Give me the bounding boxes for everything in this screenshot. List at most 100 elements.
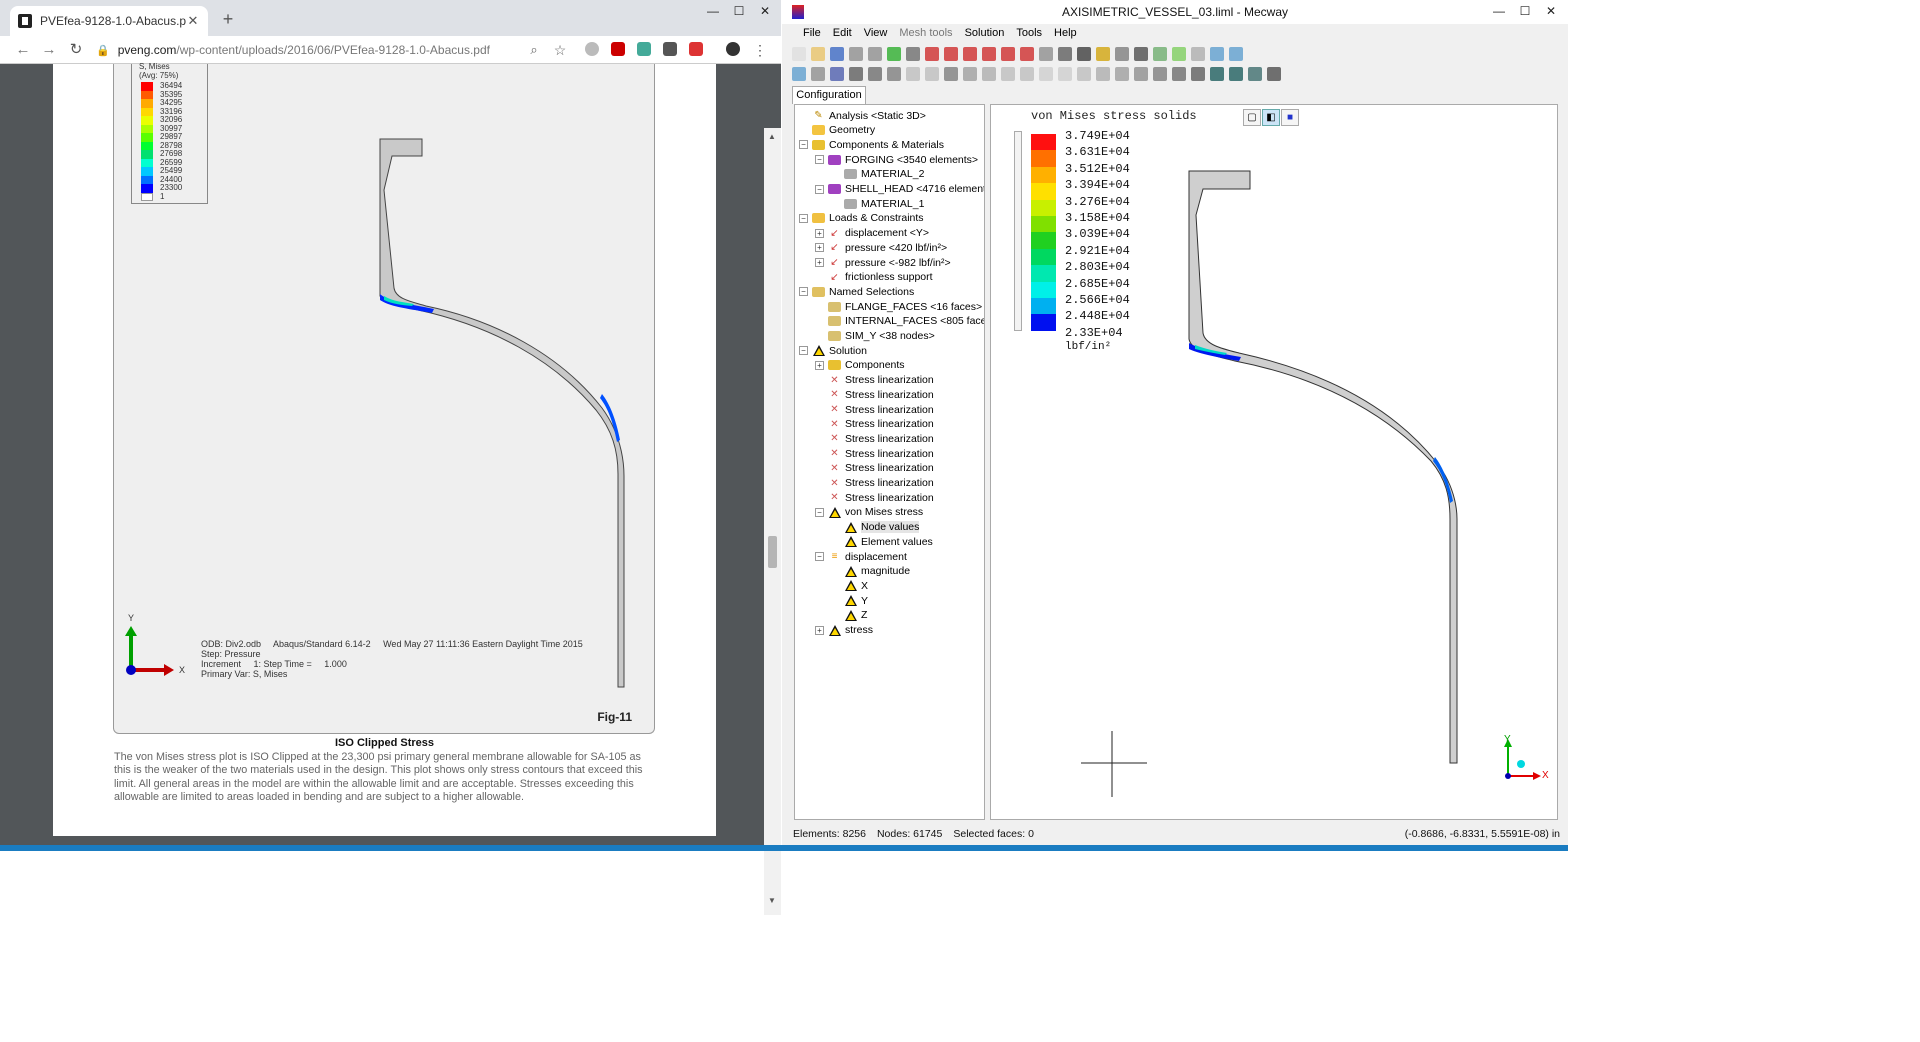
tree-item[interactable]: FLANGE_FACES <16 faces>: [815, 299, 982, 314]
toolbar-tool-icon[interactable]: [963, 67, 977, 81]
collapse-icon[interactable]: −: [815, 552, 824, 561]
expand-icon[interactable]: +: [815, 243, 824, 253]
toolbar-tool-icon[interactable]: [792, 67, 806, 81]
toolbar-tool-icon[interactable]: [982, 67, 996, 81]
toolbar-tool-icon[interactable]: [1115, 47, 1129, 61]
close-window-button[interactable]: ✕: [752, 0, 778, 22]
forward-arrow-icon[interactable]: →: [40, 41, 58, 59]
toolbar-tool-icon[interactable]: [944, 67, 958, 81]
tree-item[interactable]: ✎ Analysis <Static 3D>: [799, 108, 926, 123]
tree-item[interactable]: − von Mises stress: [815, 505, 923, 520]
toolbar-tool-icon[interactable]: [1039, 67, 1053, 81]
tree-item[interactable]: ✕ Stress linearization: [815, 461, 933, 476]
tree-item[interactable]: + stress: [815, 623, 873, 638]
tree-item[interactable]: Node values: [831, 520, 920, 535]
toolbar-tool-icon[interactable]: [925, 47, 939, 61]
browser-tab[interactable]: PVEfea-9128-1.0-Abacus.pdf ✕: [10, 6, 208, 36]
tree-item[interactable]: SIM_Y <38 nodes>: [815, 329, 935, 344]
toolbar-tool-icon[interactable]: [1229, 47, 1243, 61]
toolbar-tool-icon[interactable]: [1001, 47, 1015, 61]
toolbar-tool-icon[interactable]: [1020, 67, 1034, 81]
toolbar-tool-icon[interactable]: [811, 67, 825, 81]
toolbar-tool-icon[interactable]: [1191, 67, 1205, 81]
back-arrow-icon[interactable]: ←: [14, 41, 32, 59]
toolbar-tool-icon[interactable]: [1039, 47, 1053, 61]
maximize-button[interactable]: ☐: [726, 0, 752, 22]
ublock-icon[interactable]: [611, 42, 625, 56]
tab-configuration[interactable]: Configuration: [792, 86, 866, 104]
bookmark-star-icon[interactable]: ☆: [551, 41, 569, 59]
tree-item[interactable]: + ↙ pressure <-982 lbf/in²>: [815, 255, 951, 270]
toolbar-tool-icon[interactable]: [1115, 67, 1129, 81]
toolbar-tool-icon[interactable]: [1210, 67, 1224, 81]
toolbar-tool-icon[interactable]: [1248, 67, 1262, 81]
toolbar-tool-icon[interactable]: [1153, 47, 1167, 61]
tree-item[interactable]: ↙ frictionless support: [815, 270, 932, 285]
minimize-button[interactable]: —: [1486, 0, 1512, 22]
menu-file[interactable]: File: [797, 24, 827, 44]
tree-item[interactable]: Geometry: [799, 123, 875, 138]
toolbar-tool-icon[interactable]: [963, 47, 977, 61]
toolbar-tool-icon[interactable]: [1153, 67, 1167, 81]
tree-item[interactable]: X: [831, 578, 868, 593]
menu-view[interactable]: View: [858, 24, 894, 44]
expand-icon[interactable]: +: [815, 625, 824, 635]
menu-help[interactable]: Help: [1048, 24, 1083, 44]
tree-item[interactable]: ✕ Stress linearization: [815, 490, 933, 505]
collapse-icon[interactable]: −: [799, 140, 808, 150]
reload-icon[interactable]: ↻: [67, 41, 85, 59]
menu-kebab-icon[interactable]: ⋮: [751, 41, 769, 59]
tree-item[interactable]: Z: [831, 608, 867, 623]
tree-item[interactable]: MATERIAL_1: [831, 196, 924, 211]
toolbar-tool-icon[interactable]: [1210, 47, 1224, 61]
extension-download-icon[interactable]: [637, 42, 651, 56]
menu-edit[interactable]: Edit: [827, 24, 858, 44]
minimize-button[interactable]: —: [700, 0, 726, 22]
url-field[interactable]: 🔒 pveng.com/wp-content/uploads/2016/06/P…: [96, 39, 556, 61]
tree-item[interactable]: ✕ Stress linearization: [815, 373, 933, 388]
tree-item[interactable]: ✕ Stress linearization: [815, 476, 933, 491]
tree-item[interactable]: + ↙ pressure <420 lbf/in²>: [815, 240, 947, 255]
tree-item[interactable]: magnitude: [831, 564, 910, 579]
toolbar-tool-icon[interactable]: [830, 47, 844, 61]
toolbar-tool-icon[interactable]: [1096, 67, 1110, 81]
toolbar-tool-icon[interactable]: [1077, 47, 1091, 61]
collapse-icon[interactable]: −: [815, 184, 824, 194]
toolbar-tool-icon[interactable]: [1134, 47, 1148, 61]
menu-tools[interactable]: Tools: [1010, 24, 1048, 44]
maximize-button[interactable]: ☐: [1512, 0, 1538, 22]
tree-item[interactable]: − SHELL_HEAD <4716 elements>: [815, 182, 984, 197]
pdf-scrollbar[interactable]: ▲ ▼: [764, 128, 781, 915]
toolbar-tool-icon[interactable]: [944, 47, 958, 61]
collapse-icon[interactable]: −: [799, 346, 808, 356]
tree-item[interactable]: + ↙ displacement <Y>: [815, 226, 929, 241]
toolbar-tool-icon[interactable]: [1058, 67, 1072, 81]
toolbar-tool-icon[interactable]: [1020, 47, 1034, 61]
tree-item[interactable]: ✕ Stress linearization: [815, 431, 933, 446]
toolbar-tool-icon[interactable]: [1058, 47, 1072, 61]
toolbar-tool-icon[interactable]: [849, 67, 863, 81]
toolbar-tool-icon[interactable]: [868, 47, 882, 61]
toolbar-tool-icon[interactable]: [887, 67, 901, 81]
toolbar-tool-icon[interactable]: [1096, 47, 1110, 61]
gmail-icon[interactable]: [689, 42, 703, 56]
expand-icon[interactable]: +: [815, 258, 824, 267]
tree-item[interactable]: ✕ Stress linearization: [815, 417, 933, 432]
toolbar-tool-icon[interactable]: [1229, 67, 1243, 81]
tree-item[interactable]: ✕ Stress linearization: [815, 387, 933, 402]
toolbar-tool-icon[interactable]: [1172, 67, 1186, 81]
toolbar-tool-icon[interactable]: [906, 47, 920, 61]
menu-mesh-tools[interactable]: Mesh tools: [893, 24, 958, 44]
toolbar-tool-icon[interactable]: [868, 67, 882, 81]
tree-item[interactable]: Element values: [831, 534, 933, 549]
toolbar-tool-icon[interactable]: [982, 47, 996, 61]
menu-solution[interactable]: Solution: [959, 24, 1011, 44]
tree-item[interactable]: + Components: [815, 358, 905, 373]
toolbar-tool-icon[interactable]: [811, 47, 825, 61]
expand-icon[interactable]: +: [815, 228, 824, 238]
toolbar-tool-icon[interactable]: [925, 67, 939, 81]
toolbar-tool-icon[interactable]: [792, 47, 806, 61]
collapse-icon[interactable]: −: [815, 155, 824, 165]
expand-icon[interactable]: +: [815, 360, 824, 370]
toolbar-tool-icon[interactable]: [1191, 47, 1205, 61]
